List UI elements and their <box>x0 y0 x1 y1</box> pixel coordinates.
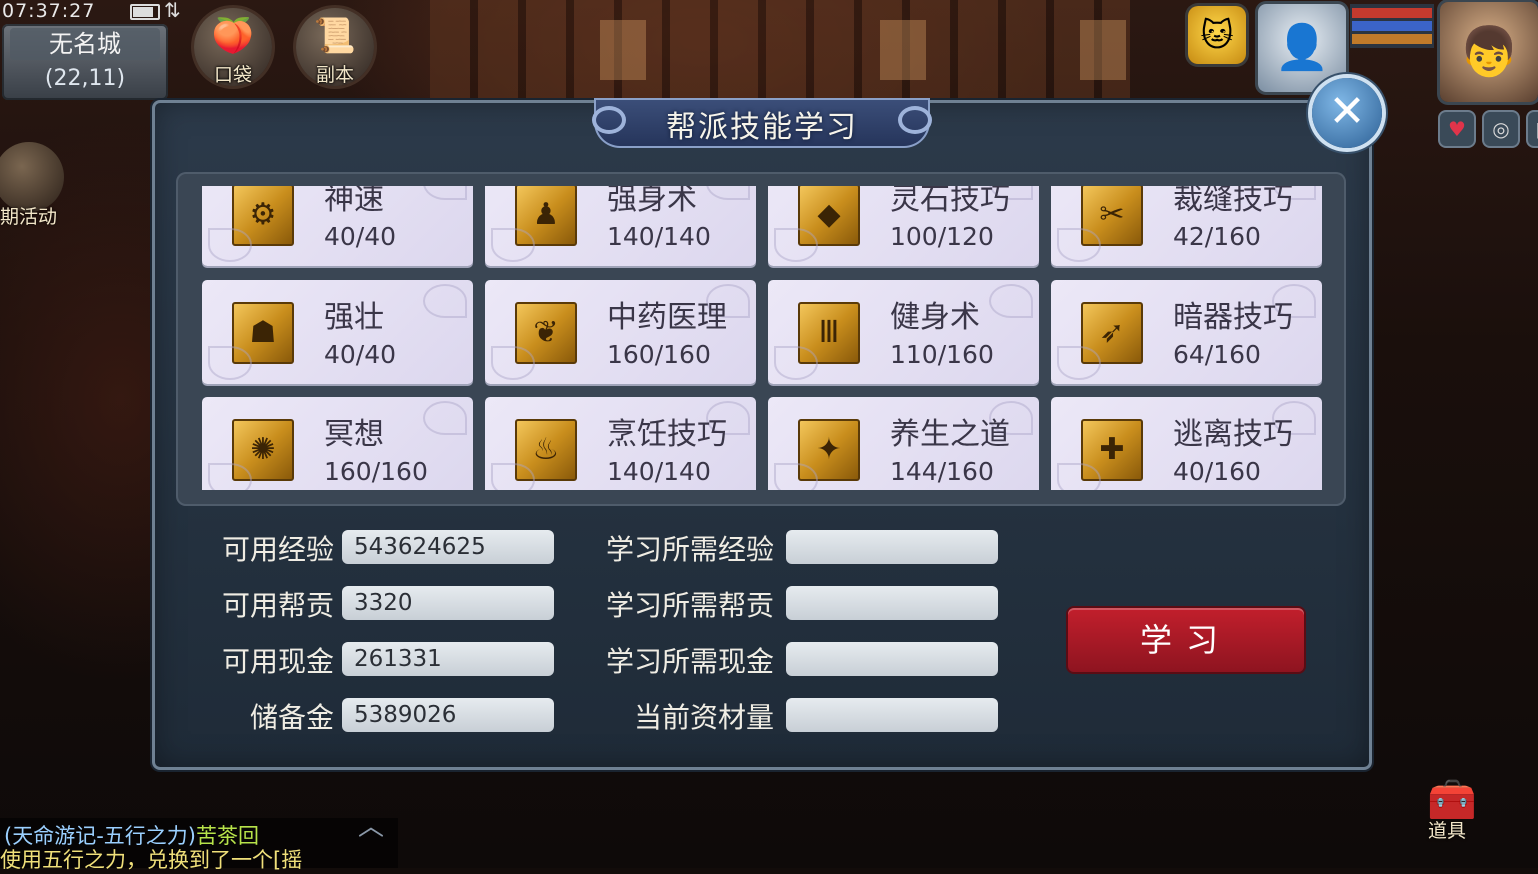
requirement-value-field <box>786 698 998 732</box>
skill-card[interactable]: ♟ 强身术 140/140 <box>485 186 756 266</box>
skill-name: 烹饪技巧 <box>607 417 727 452</box>
skill-icon: ✺ <box>232 419 294 481</box>
skill-name: 强壮 <box>324 300 384 335</box>
skill-card[interactable]: ✂ 裁缝技巧 42/160 <box>1051 186 1322 266</box>
stat-label: 可用帮贡 <box>221 589 334 622</box>
stat-label: 可用经验 <box>221 533 334 566</box>
learn-button[interactable]: 学习 <box>1068 608 1304 672</box>
skill-card[interactable]: ✺ 冥想 160/160 <box>202 397 473 490</box>
skill-level: 40/40 <box>324 222 397 251</box>
skill-level: 140/140 <box>607 457 711 486</box>
stat-label: 储备金 <box>249 701 334 734</box>
battery-icon <box>130 4 160 20</box>
skill-name: 冥想 <box>324 417 384 452</box>
dialog-title: 帮派技能学习 <box>666 110 858 145</box>
city-coordinates: (22,11) <box>44 66 126 91</box>
skill-level: 110/160 <box>890 340 994 369</box>
window-glow <box>880 20 926 80</box>
skill-name: 神速 <box>324 186 384 217</box>
skill-level: 140/140 <box>607 222 711 251</box>
heart-icon[interactable]: ♥ <box>1440 112 1474 146</box>
skill-card[interactable]: ♨ 烹饪技巧 140/140 <box>485 397 756 490</box>
skill-icon: ❦ <box>515 302 577 364</box>
skill-name: 灵石技巧 <box>890 186 1010 217</box>
building-backdrop <box>430 0 1130 100</box>
skill-level: 144/160 <box>890 457 994 486</box>
skill-icon: ✂ <box>1081 186 1143 246</box>
location-panel[interactable]: 无名城 (22,11) <box>2 24 168 100</box>
skill-level: 40/40 <box>324 340 397 369</box>
chevron-up-icon[interactable]: ︿ <box>358 806 384 843</box>
skill-icon: ➶ <box>1081 302 1143 364</box>
stat-value-field: 3320 <box>342 586 554 620</box>
requirement-label: 当前资材量 <box>633 701 774 734</box>
skill-name: 养生之道 <box>890 417 1010 452</box>
stat-value-field: 543624625 <box>342 530 554 564</box>
pocket-icon: 🍑 <box>211 16 255 56</box>
window-glow <box>1080 20 1126 80</box>
compass-icon[interactable]: ◎ <box>1484 112 1518 146</box>
scroll-icon: 📜 <box>313 16 357 56</box>
skill-card[interactable]: ➶ 暗器技巧 64/160 <box>1051 280 1322 384</box>
dungeon-button[interactable]: 📜 副本 <box>296 8 374 86</box>
skill-icon: ⚙ <box>232 186 294 246</box>
skill-grid-panel[interactable]: ⚙ 神速 40/40 ♟ 强身术 140/140 ◆ 灵石技巧 100/120 ✂ 裁缝技巧 42/1… <box>176 172 1346 506</box>
close-button[interactable]: ✕ <box>1312 78 1382 148</box>
window-glow <box>600 20 646 80</box>
pet-avatar-icon[interactable]: 🐱 <box>1188 6 1246 64</box>
settings-icon[interactable]: ▣ <box>1528 112 1538 146</box>
skill-name: 暗器技巧 <box>1173 300 1293 335</box>
skill-name: 裁缝技巧 <box>1173 186 1293 217</box>
skill-icon: ♟ <box>515 186 577 246</box>
chat-line: 使用五行之力，兑换到了一个[摇 <box>0 848 303 872</box>
skill-card[interactable]: ✦ 养生之道 144/160 <box>768 397 1039 490</box>
skill-grid[interactable]: ⚙ 神速 40/40 ♟ 强身术 140/140 ◆ 灵石技巧 100/120 ✂ 裁缝技巧 42/1… <box>202 186 1324 490</box>
skill-level: 100/120 <box>890 222 994 251</box>
requirement-label: 学习所需帮贡 <box>605 589 774 622</box>
skill-level: 64/160 <box>1173 340 1261 369</box>
activity-label: 期活动 <box>0 206 58 228</box>
skill-level: 160/160 <box>607 340 711 369</box>
stat-label: 可用现金 <box>221 645 334 678</box>
skill-icon: ✚ <box>1081 419 1143 481</box>
sp-bar <box>1352 34 1432 44</box>
requirement-label: 学习所需现金 <box>605 645 774 678</box>
skill-card[interactable]: ❦ 中药医理 160/160 <box>485 280 756 384</box>
requirement-value-field <box>786 642 998 676</box>
skill-card[interactable]: ◆ 灵石技巧 100/120 <box>768 186 1039 266</box>
skill-level: 160/160 <box>324 457 428 486</box>
requirement-value-field <box>786 586 998 620</box>
skill-icon: Ⅲ <box>798 302 860 364</box>
pocket-label: 口袋 <box>213 64 252 86</box>
skill-icon: ◆ <box>798 186 860 246</box>
skill-icon: ☗ <box>232 302 294 364</box>
requirement-value-field <box>786 530 998 564</box>
stat-value-field: 261331 <box>342 642 554 676</box>
pocket-button[interactable]: 🍑 口袋 <box>194 8 272 86</box>
skill-card[interactable]: ✚ 逃离技巧 40/160 <box>1051 397 1322 490</box>
skill-name: 强身术 <box>607 186 697 217</box>
requirement-label: 学习所需经验 <box>605 533 774 566</box>
skill-level: 42/160 <box>1173 222 1261 251</box>
signal-icon: ⇅ <box>164 0 181 22</box>
skill-level: 40/160 <box>1173 457 1261 486</box>
stat-value-field: 5389026 <box>342 698 554 732</box>
player-avatar[interactable]: 👦 <box>1440 2 1538 102</box>
skill-card[interactable]: Ⅲ 健身术 110/160 <box>768 280 1039 384</box>
items-label: 道具 <box>1428 820 1467 842</box>
skill-card[interactable]: ⚙ 神速 40/40 <box>202 186 473 266</box>
partner-avatar[interactable]: 👤 <box>1258 4 1346 92</box>
dungeon-label: 副本 <box>315 64 354 86</box>
clock-text: 07:37:27 <box>2 0 96 22</box>
city-name: 无名城 <box>10 28 160 60</box>
hp-mp-bars <box>1350 4 1434 48</box>
skill-icon: ♨ <box>515 419 577 481</box>
skill-name: 健身术 <box>890 300 980 335</box>
skill-name: 中药医理 <box>607 300 727 335</box>
mp-bar <box>1352 21 1432 31</box>
skill-card[interactable]: ☗ 强壮 40/40 <box>202 280 473 384</box>
hp-bar <box>1352 8 1432 18</box>
skill-icon: ✦ <box>798 419 860 481</box>
skill-name: 逃离技巧 <box>1173 417 1293 452</box>
